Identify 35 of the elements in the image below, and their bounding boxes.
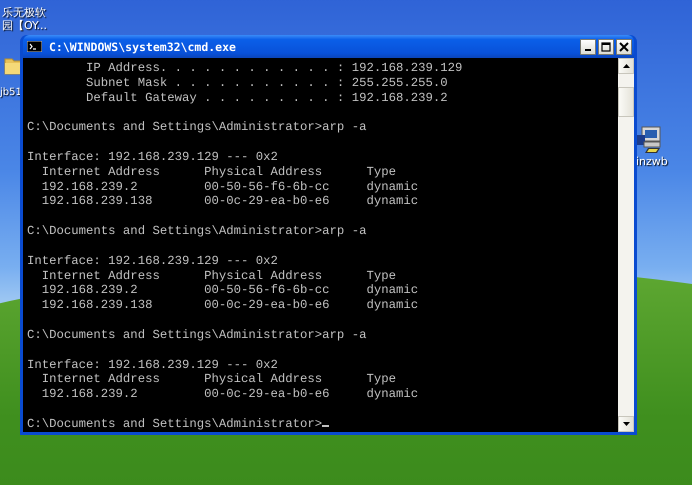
minimize-icon	[585, 48, 591, 50]
icon-label[interactable]: jb51	[0, 86, 22, 99]
console-line: Interface: 192.168.239.129 --- 0x2	[27, 150, 279, 165]
console-line: 192.168.239.138 00-0c-29-ea-b0-e6 dynamic	[40, 194, 420, 210]
console-line: C:\Documents and Settings\Administrator>	[27, 416, 618, 432]
console-line: Default Gateway . . . . . . . . . : 192.168.239.2	[85, 90, 449, 106]
console-line: Internet Address Physical Address Type	[40, 268, 397, 284]
up-arrow-icon	[622, 64, 630, 68]
scrollbar-thumb[interactable]	[618, 87, 634, 117]
scroll-up-button[interactable]	[618, 58, 634, 74]
scroll-down-button[interactable]	[618, 416, 634, 432]
console-line: C:\Documents and Settings\Administrator>arp -a	[27, 328, 368, 343]
console-line: 192.168.239.2 00-50-56-f6-6b-cc dynamic	[40, 180, 420, 194]
close-button[interactable]	[616, 38, 632, 54]
maximize-icon	[601, 42, 611, 52]
window-title: C:\WINDOWS\system32\cmd.exe	[49, 40, 237, 54]
console-line: IP Address. . . . . . . . . . . . : 192.168.239.129	[85, 61, 464, 76]
console-line: 192.168.239.2 00-0c-29-ea-b0-e6 dynamic	[40, 387, 420, 402]
console-line: 192.168.239.2 00-50-56-f6-6b-cc dynamic	[40, 283, 420, 298]
vertical-scrollbar[interactable]	[618, 58, 634, 432]
console-line: Subnet Mask . . . . . . . . . . . : 255.255.255.0	[85, 76, 449, 91]
maximize-button[interactable]	[598, 38, 614, 54]
icon-label[interactable]: 乐无极软 园【OY...	[2, 6, 48, 32]
console-line: Interface: 192.168.239.129 --- 0x2	[27, 358, 279, 372]
console-line: 192.168.239.138 00-0c-29-ea-b0-e6 dynamic	[40, 298, 420, 314]
console-app-icon	[27, 41, 42, 52]
down-arrow-icon	[622, 422, 630, 426]
console-line: Internet Address Physical Address Type	[40, 164, 397, 180]
minimize-button[interactable]	[580, 38, 596, 54]
console-line: C:\Documents and Settings\Administrator>arp -a	[27, 120, 368, 136]
close-icon	[619, 42, 629, 52]
console-line: Internet Address Physical Address Type	[40, 372, 397, 388]
console-line: Interface: 192.168.239.129 --- 0x2	[27, 254, 279, 269]
icon-label[interactable]: inzwb	[636, 155, 668, 168]
console-line: C:\Documents and Settings\Administrator>arp -a	[27, 224, 368, 239]
